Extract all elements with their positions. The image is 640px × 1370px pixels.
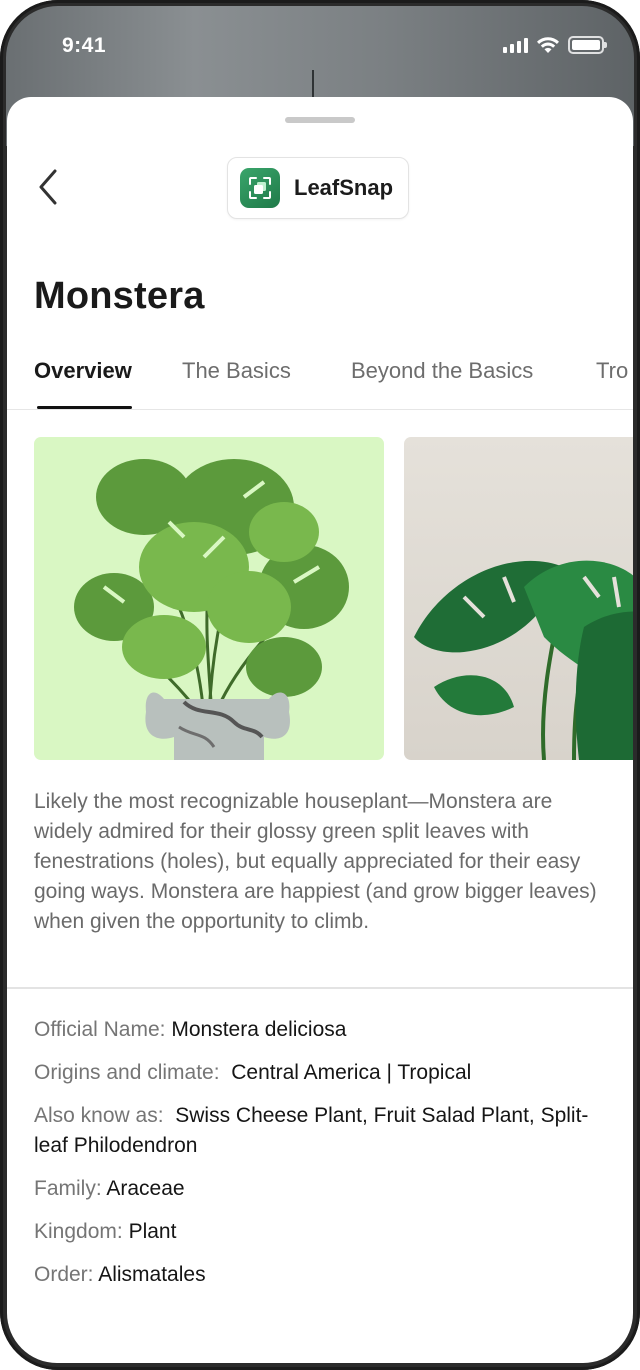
section-divider [7, 987, 633, 989]
fact-value: Alismatales [98, 1263, 206, 1286]
fact-label: Official Name: [34, 1018, 166, 1041]
tab-overview[interactable]: Overview [34, 358, 132, 384]
fact-origins-climate: Origins and climate: Central America | T… [34, 1058, 614, 1088]
fact-order: Order: Alismatales [34, 1260, 614, 1290]
signal-icon [503, 37, 528, 53]
status-bar: 9:41 [6, 6, 634, 86]
page-title: Monstera [34, 275, 205, 317]
tab-the-basics[interactable]: The Basics [182, 358, 291, 384]
leafsnap-logo-icon [240, 168, 280, 208]
fact-label: Order: [34, 1263, 94, 1286]
fact-label: Family: [34, 1177, 102, 1200]
plant-description: Likely the most recognizable houseplant—… [34, 790, 597, 933]
fact-value: Central America | Tropical [231, 1061, 472, 1084]
battery-icon [568, 36, 607, 54]
back-chevron-icon [39, 169, 57, 205]
sheet-grabber[interactable] [285, 117, 355, 123]
wifi-icon [537, 37, 559, 53]
app-badge[interactable]: LeafSnap [227, 157, 409, 219]
fact-label: Kingdom: [34, 1220, 123, 1243]
plant-facts-list: Official Name: Monstera deliciosa Origin… [34, 1015, 614, 1303]
fact-kingdom: Kingdom: Plant [34, 1217, 614, 1247]
plant-detail-sheet: LeafSnap Monstera Overview The Basics Be… [7, 97, 633, 1363]
fact-label: Also know as: [34, 1104, 164, 1127]
fact-also-known-as: Also know as: Swiss Cheese Plant, Fruit … [34, 1101, 614, 1161]
photo-gallery[interactable] [34, 437, 633, 760]
tab-troubleshooting[interactable]: Tro [596, 358, 628, 384]
plant-illustration-image[interactable] [34, 437, 384, 760]
phone-frame: 9:41 LeafSnap Monstera Overview The Basi… [0, 0, 640, 1370]
fact-value: Araceae [106, 1177, 185, 1200]
tab-bar: Overview The Basics Beyond the Basics Tr… [7, 352, 633, 410]
plant-photo-image[interactable] [404, 437, 633, 760]
fact-value: Plant [128, 1220, 177, 1243]
fact-label: Origins and climate: [34, 1061, 220, 1084]
app-name: LeafSnap [294, 175, 394, 200]
tab-beyond-the-basics[interactable]: Beyond the Basics [351, 358, 533, 384]
status-time: 9:41 [62, 34, 107, 57]
back-button[interactable] [31, 167, 65, 207]
fact-family: Family: Araceae [34, 1174, 614, 1204]
fact-value: Monstera deliciosa [171, 1018, 347, 1041]
fact-official-name: Official Name: Monstera deliciosa [34, 1015, 614, 1045]
status-icons [503, 36, 607, 54]
active-tab-indicator [37, 406, 132, 409]
